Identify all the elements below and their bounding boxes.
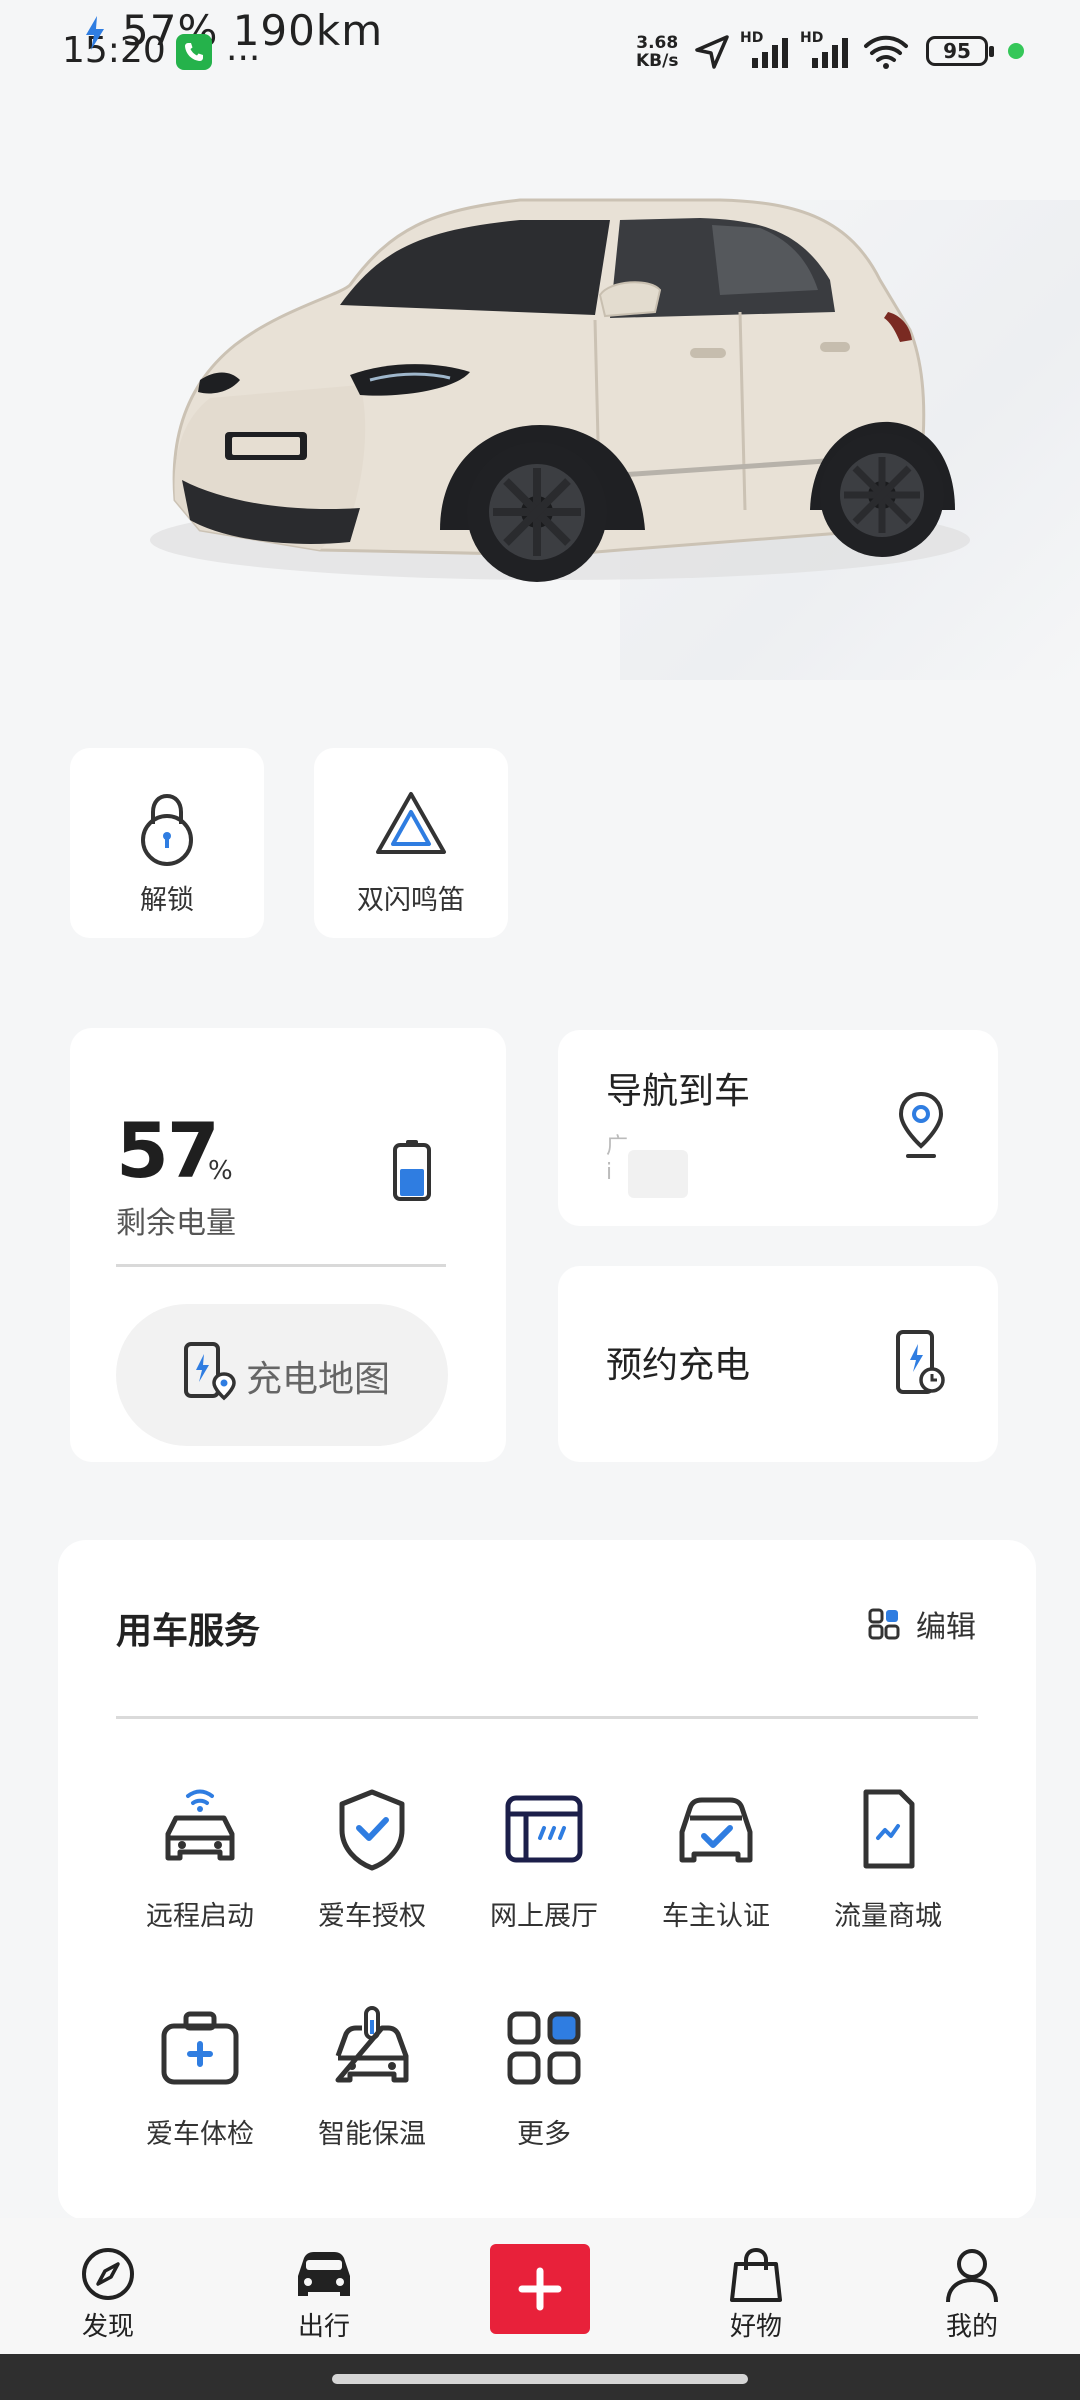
service-label: 爱车授权 — [318, 1901, 426, 1932]
tab-travel[interactable]: 出行 — [264, 2246, 384, 2346]
network-speed-unit: KB/s — [636, 51, 679, 71]
unlock-label: 解锁 — [140, 885, 194, 916]
edit-services-button[interactable]: 编辑 — [868, 1600, 978, 1645]
tab-label: 发现 — [81, 2312, 134, 2342]
service-smart-climate[interactable]: 智能保温 — [286, 2000, 458, 2190]
grid-more-icon — [507, 2011, 581, 2085]
network-speed-value: 3.68 — [636, 33, 679, 53]
tab-discover[interactable]: 发现 — [48, 2246, 168, 2346]
wifi-icon — [864, 35, 908, 69]
privacy-dot — [1008, 43, 1024, 59]
service-label: 爱车体检 — [146, 2119, 254, 2150]
service-label: 流量商城 — [834, 1901, 942, 1932]
service-label: 车主认证 — [662, 1901, 770, 1932]
battery-label: 剩余电量 — [116, 1206, 236, 1241]
car-owner-verify-icon — [679, 1797, 753, 1863]
battery-divider — [116, 1264, 446, 1267]
tab-label: 我的 — [945, 2312, 998, 2342]
battery-indicator: 95 — [926, 36, 994, 66]
status-bar: 15:20 57% 190km ... 3.68 KB/s HD HD 95 — [0, 0, 1080, 80]
navigate-to-car-title: 导航到车 — [606, 1071, 751, 1112]
service-remote-start[interactable]: 远程启动 — [114, 1782, 286, 1972]
tab-profile[interactable]: 我的 — [912, 2246, 1032, 2346]
battery-unit: % — [208, 1156, 233, 1186]
service-more[interactable]: 更多 — [458, 2000, 630, 2190]
flash-horn-button[interactable]: 双闪鸣笛 — [314, 748, 508, 938]
service-label: 更多 — [517, 2119, 571, 2150]
car-services-panel: 用车服务 编辑 远程启动 爱车授权 网上展厅 车主认证 流量商城 爱车体检 智能… — [58, 1540, 1036, 2220]
showroom-window-icon — [505, 1795, 583, 1863]
car-hero — [0, 80, 1080, 720]
home-indicator[interactable] — [332, 2374, 748, 2384]
unlock-button[interactable]: 解锁 — [70, 748, 264, 938]
navigate-address-line2: i — [606, 1160, 613, 1185]
bottom-navigation: 发现 出行 好物 我的 — [0, 2218, 1080, 2354]
charging-bolt-icon — [86, 16, 104, 50]
services-divider — [116, 1716, 978, 1719]
tab-goods[interactable]: 好物 — [696, 2246, 816, 2346]
flash-horn-label: 双闪鸣笛 — [357, 885, 465, 916]
status-dots: ... — [226, 28, 261, 69]
shield-check-icon — [339, 1789, 405, 1871]
scheduled-charge-title: 预约充电 — [606, 1345, 751, 1386]
lock-icon — [141, 793, 193, 866]
call-icon — [176, 34, 212, 70]
medical-kit-icon — [161, 2011, 239, 2085]
address-blur — [628, 1150, 688, 1198]
service-label: 智能保温 — [318, 2119, 426, 2150]
service-owner-verification[interactable]: 车主认证 — [630, 1782, 802, 1972]
service-label: 网上展厅 — [490, 1901, 598, 1932]
car-thermometer-icon — [335, 2006, 409, 2083]
signal-1-icon: HD — [740, 30, 796, 70]
scheduled-charge-card[interactable]: 预约充电 — [558, 1266, 998, 1462]
edit-label: 编辑 — [916, 1610, 976, 1645]
navigate-address-line1: 广 — [606, 1134, 629, 1159]
battery-level-icon — [393, 1140, 431, 1201]
services-title: 用车服务 — [116, 1611, 261, 1652]
profile-icon — [946, 2249, 998, 2303]
system-navigation-bar — [0, 2354, 1080, 2400]
car-image — [150, 198, 970, 582]
signal-2-icon: HD — [800, 30, 856, 70]
tab-label: 好物 — [729, 2312, 782, 2342]
location-arrow-icon — [695, 35, 729, 69]
battery-card: 57 % 剩余电量 充电地图 — [70, 1028, 506, 1462]
service-online-showroom[interactable]: 网上展厅 — [458, 1782, 630, 1972]
service-car-authorization[interactable]: 爱车授权 — [286, 1782, 458, 1972]
hazard-triangle-icon — [376, 792, 446, 854]
shopping-bag-icon — [730, 2247, 782, 2302]
network-speed: 3.68 KB/s — [636, 34, 678, 70]
navigate-to-car-card[interactable]: 导航到车 广 i — [558, 1030, 998, 1226]
plus-icon — [518, 2267, 562, 2311]
edit-grid-icon — [868, 1608, 900, 1640]
charge-map-label: 充电地图 — [246, 1359, 391, 1400]
create-post-button[interactable] — [490, 2244, 590, 2334]
tab-label: 出行 — [297, 2312, 350, 2342]
charging-map-icon — [184, 1342, 236, 1401]
battery-percentage: 57 — [116, 1106, 220, 1195]
service-data-store[interactable]: 流量商城 — [802, 1782, 974, 1972]
phone-clock-icon — [896, 1330, 945, 1394]
charge-map-button[interactable]: 充电地图 — [116, 1304, 448, 1446]
location-pin-icon — [898, 1091, 944, 1158]
data-sim-icon — [863, 1789, 915, 1869]
car-icon — [298, 2252, 350, 2296]
compass-icon — [82, 2248, 134, 2300]
remote-start-car-icon — [165, 1789, 235, 1861]
service-car-checkup[interactable]: 爱车体检 — [114, 2000, 286, 2190]
service-label: 远程启动 — [146, 1901, 254, 1932]
